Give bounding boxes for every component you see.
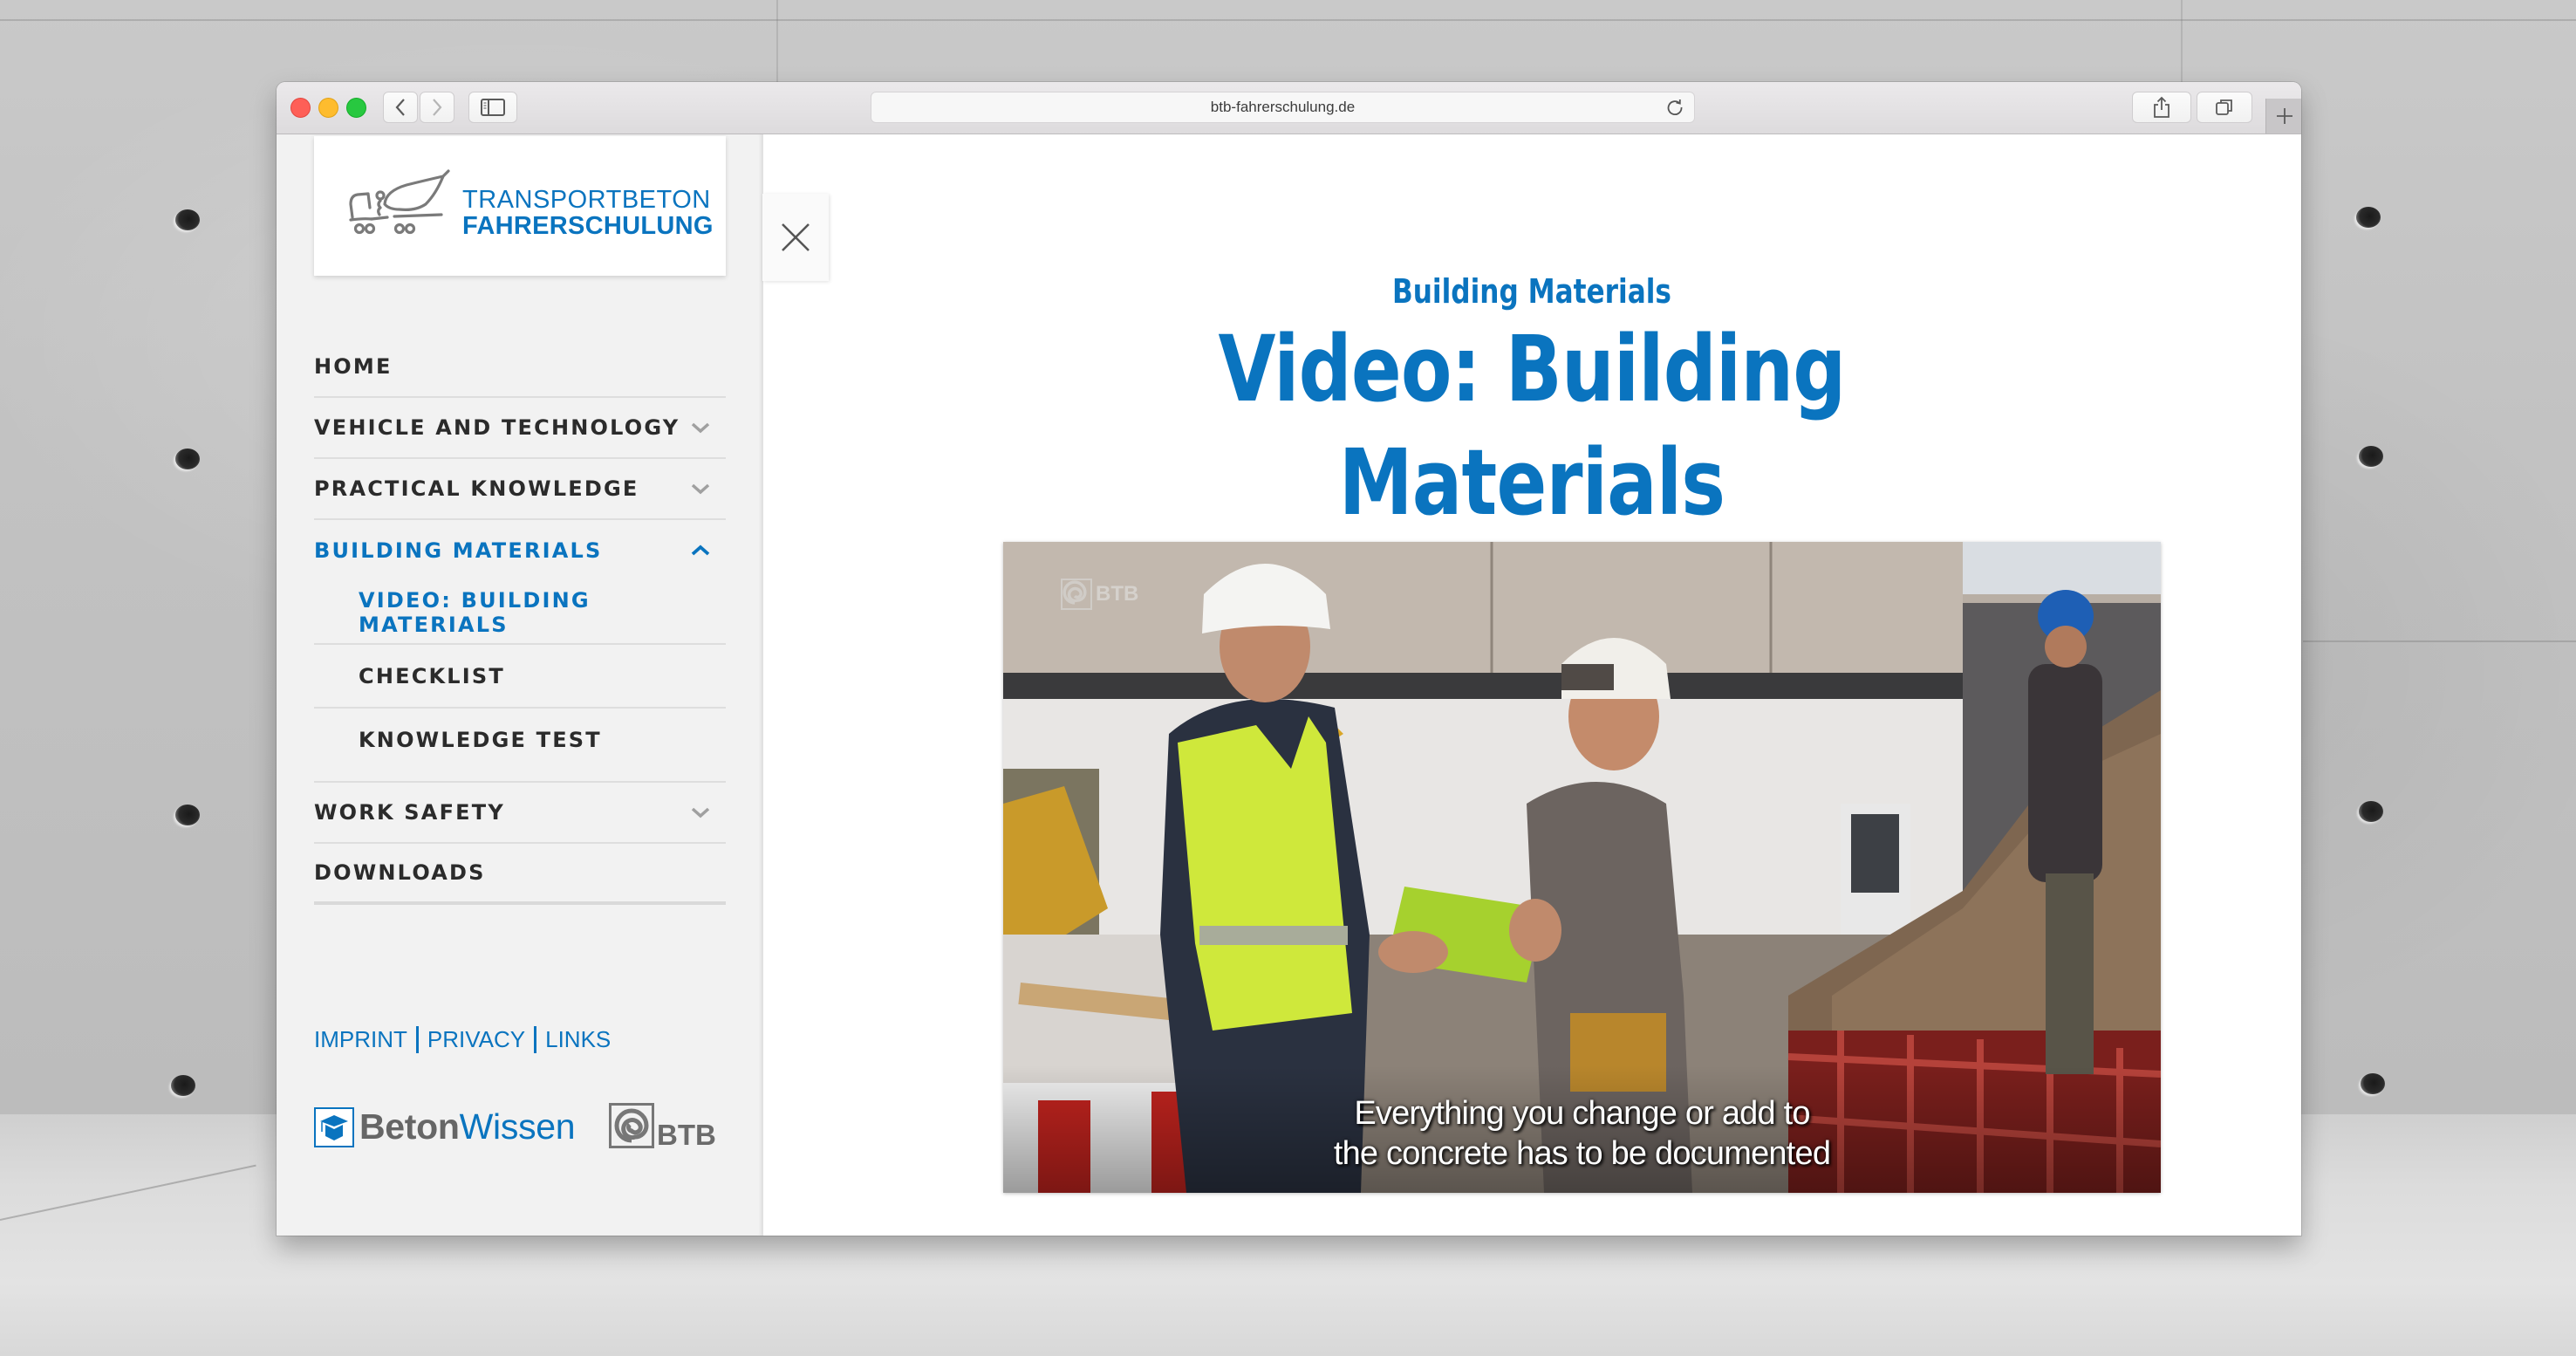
close-window-icon[interactable] [290, 98, 311, 118]
nav-item-work-safety[interactable]: WORK SAFETY [314, 783, 726, 844]
spiral-icon [1061, 579, 1092, 610]
wall-hole [171, 1075, 195, 1096]
betonwissen-part-1: Beton [359, 1106, 460, 1147]
page-title-line-2: Materials [1338, 429, 1725, 536]
watermark-text: BTB [1096, 582, 1139, 606]
share-icon [2154, 96, 2169, 118]
privacy-link[interactable]: PRIVACY [427, 1026, 525, 1053]
sidebar-toggle-icon [481, 99, 505, 116]
url-text: btb-fahrerschulung.de [1210, 99, 1356, 115]
page-title-line-1: Video: Building [1218, 316, 1847, 422]
wall-hole [175, 805, 200, 825]
video-player[interactable]: BTB Everything you change or add to the … [1003, 542, 2161, 1193]
video-watermark: BTB [1061, 579, 1138, 610]
betonwissen-logo[interactable]: BetonWissen [314, 1106, 576, 1147]
nav-subitem-video-building-materials[interactable]: VIDEO: BUILDING MATERIALS [314, 581, 726, 645]
wall-hole [2359, 801, 2383, 822]
reload-icon[interactable] [1664, 97, 1685, 118]
nav-label: HOME [314, 354, 393, 379]
nav-item-practical-knowledge[interactable]: PRACTICAL KNOWLEDGE [314, 459, 726, 520]
nav-subitem-knowledge-test[interactable]: KNOWLEDGE TEST [314, 709, 726, 783]
nav-label: DOWNLOADS [314, 860, 486, 885]
nav-label: KNOWLEDGE TEST [359, 727, 602, 752]
footer-links: IMPRINT PRIVACY LINKS [314, 1026, 611, 1053]
spiral-icon [609, 1103, 654, 1148]
back-button[interactable] [383, 92, 418, 123]
browser-toolbar: btb-fahrerschulung.de [277, 82, 2301, 134]
tab-overview-icon [2216, 99, 2232, 115]
nav-item-building-materials[interactable]: BUILDING MATERIALS [314, 520, 726, 581]
chevron-down-icon[interactable] [691, 483, 710, 495]
nav-label: BUILDING MATERIALS [314, 538, 603, 563]
nav-label: WORK SAFETY [314, 800, 505, 825]
wall-hole [2361, 1073, 2385, 1094]
caption-line-2: the concrete has to be documented [1333, 1135, 1831, 1172]
logo-wordmark: TRANSPORTBETON FAHRERSCHULUNG [462, 187, 714, 239]
nav-label: CHECKLIST [359, 663, 505, 688]
close-menu-button[interactable] [762, 194, 829, 281]
wall-hole [2359, 446, 2383, 467]
wall-hole [2356, 207, 2381, 228]
main-navigation: HOME VEHICLE AND TECHNOLOGY PRACTICAL KN… [314, 337, 726, 905]
wall-seam [2181, 0, 2183, 82]
page-title: Video: Building Materials [901, 312, 2163, 539]
sidebar: TRANSPORTBETON FAHRERSCHULUNG HOME VEHIC… [277, 134, 763, 1236]
nav-item-home[interactable]: HOME [314, 337, 726, 398]
logo-line-2: FAHRERSCHULUNG [462, 212, 714, 240]
nav-item-vehicle-and-technology[interactable]: VEHICLE AND TECHNOLOGY [314, 398, 726, 459]
links-link[interactable]: LINKS [545, 1026, 611, 1053]
sidebar-toggle-button[interactable] [468, 92, 517, 123]
section-subtitle: Building Materials [1391, 272, 1671, 311]
wall-hole [175, 449, 200, 469]
chevron-up-icon[interactable] [691, 544, 710, 557]
chevron-down-icon[interactable] [691, 421, 710, 434]
caption-line-1: Everything you change or add to [1354, 1095, 1810, 1132]
chevron-down-icon[interactable] [691, 806, 710, 818]
wall-seam [0, 19, 2576, 21]
nav-item-downloads[interactable]: DOWNLOADS [314, 844, 726, 905]
minimize-window-icon[interactable] [318, 98, 338, 118]
tab-overview-button[interactable] [2197, 92, 2252, 123]
share-button[interactable] [2132, 92, 2191, 123]
btb-logo[interactable]: BTB [609, 1103, 716, 1151]
nav-label: VEHICLE AND TECHNOLOGY [314, 415, 680, 440]
zoom-window-icon[interactable] [346, 98, 366, 118]
betonwissen-part-2: Wissen [459, 1106, 576, 1147]
btb-wordmark: BTB [657, 1119, 716, 1151]
mixer-truck-icon [349, 169, 450, 235]
new-tab-button[interactable] [2265, 99, 2301, 134]
link-separator [534, 1026, 537, 1053]
nav-label: VIDEO: BUILDING MATERIALS [359, 587, 591, 637]
site-logo[interactable]: TRANSPORTBETON FAHRERSCHULUNG [314, 136, 726, 276]
browser-window: btb-fahrerschulung.de TRANSPORTBETON FAH… [277, 82, 2301, 1236]
wall-seam [2303, 640, 2576, 642]
nav-subitem-checklist[interactable]: CHECKLIST [314, 645, 726, 709]
address-bar[interactable]: btb-fahrerschulung.de [871, 92, 1695, 123]
video-caption: Everything you change or add to the conc… [1003, 1093, 2161, 1174]
wall-hole [175, 209, 200, 230]
link-separator [415, 1026, 419, 1053]
close-icon [782, 223, 810, 251]
nav-label: PRACTICAL KNOWLEDGE [314, 476, 639, 501]
logo-line-1: TRANSPORTBETON [462, 186, 711, 214]
partner-logos: BetonWissen BTB [314, 1103, 726, 1155]
wall-seam [776, 0, 778, 82]
forward-button[interactable] [420, 92, 454, 123]
imprint-link[interactable]: IMPRINT [314, 1026, 407, 1053]
chevron-left-icon [395, 99, 405, 116]
chevron-right-icon [433, 99, 442, 116]
graduation-cap-icon [314, 1106, 354, 1147]
plus-icon [2276, 108, 2292, 124]
